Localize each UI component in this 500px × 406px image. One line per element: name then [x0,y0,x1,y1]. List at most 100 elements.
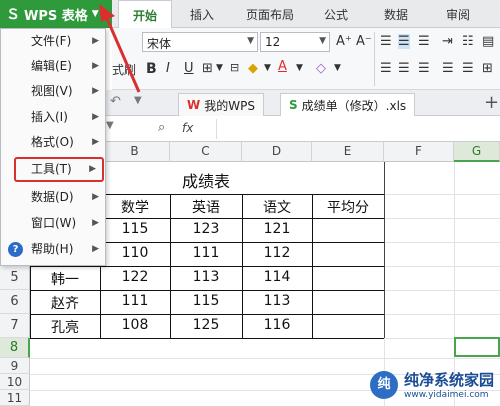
column-header-g[interactable]: G [454,142,500,162]
score-cell[interactable]: 110 [100,245,170,261]
merge-center-icon[interactable]: ⊞ [482,61,493,76]
tab-formulas[interactable]: 公式 [324,6,348,23]
chevron-down-icon[interactable]: ▼ [296,63,303,73]
watermark-url: www.yidaimei.com [403,390,489,400]
gridline [30,358,500,359]
column-header-f[interactable]: F [384,142,454,162]
tab-label: 我的WPS [204,98,255,113]
chevron-down-icon: ▼ [247,36,254,46]
arrow-head [99,4,115,22]
orientation-icon[interactable]: ▤ [482,34,494,49]
score-cell[interactable]: 116 [242,317,312,333]
column-header-c[interactable]: C [170,142,242,162]
table-title[interactable]: 成绩表 [100,168,312,192]
tab-document[interactable]: S 成绩单（修改）.xls [280,93,416,116]
bold-icon[interactable]: B [146,61,157,77]
row-header-7[interactable]: 7 [0,314,30,338]
tab-page-layout[interactable]: 页面布局 [246,6,294,23]
new-tab-icon[interactable]: + [484,92,499,113]
menu-item-tools[interactable]: 工具(T) ▶ [14,157,104,182]
score-cell[interactable]: 115 [170,293,242,309]
tab-data[interactable]: 数据 [384,6,408,23]
chevron-down-icon: ▼ [319,36,326,46]
student-name[interactable]: 韩一 [30,269,100,289]
tab-my-wps[interactable]: W 我的WPS [178,93,264,116]
align-middle-icon[interactable]: ☰ [398,34,410,49]
fill-color-icon[interactable]: ◆ [248,61,258,76]
menu-item-file[interactable]: 文件(F) ▶ [1,29,105,54]
function-icon[interactable]: fx [182,121,193,135]
score-cell[interactable]: 113 [170,269,242,285]
score-cell[interactable]: 125 [170,317,242,333]
tab-insert[interactable]: 插入 [190,6,214,23]
font-color-icon[interactable]: A [278,59,287,74]
indent-icon[interactable]: ⇥ [442,34,453,49]
student-name[interactable]: 孔亮 [30,317,100,337]
font-name-select[interactable]: 宋体 ▼ [142,32,258,52]
column-header-b[interactable]: B [100,142,170,162]
menu-item-help[interactable]: ? 帮助(H) ▶ [1,237,105,262]
italic-icon[interactable]: I [166,61,170,76]
menu-item-data[interactable]: 数据(D) ▶ [1,185,105,210]
shrink-font-icon[interactable]: A⁻ [356,34,372,49]
table-border [384,162,385,338]
menu-item-window[interactable]: 窗口(W) ▶ [1,211,105,236]
score-cell[interactable]: 111 [170,245,242,261]
column-header-e[interactable]: E [312,142,384,162]
score-cell[interactable]: 113 [242,293,312,309]
menu-item-format[interactable]: 格式(O) ▶ [1,130,105,155]
score-cell[interactable]: 111 [100,293,170,309]
chevron-down-icon[interactable]: ▼ [216,63,223,73]
row-header-5[interactable]: 5 [0,266,30,290]
align-top-icon[interactable]: ☰ [380,34,392,49]
score-cell[interactable]: 121 [242,221,312,237]
row-header-10[interactable]: 10 [0,374,30,390]
tab-review[interactable]: 审阅 [446,6,470,23]
table-border [30,338,384,339]
grow-font-icon[interactable]: A⁺ [336,34,352,49]
column-header-d[interactable]: D [242,142,312,162]
distribute-icon[interactable]: ☰ [462,61,474,76]
align-right-icon[interactable]: ☰ [418,61,430,76]
chevron-down-icon[interactable]: ▼ [334,63,341,73]
score-cell[interactable]: 122 [100,269,170,285]
help-icon: ? [8,242,23,257]
align-center-icon[interactable]: ☰ [398,61,410,76]
row-header-9[interactable]: 9 [0,358,30,374]
header-chinese[interactable]: 语文 [242,197,312,217]
wrap-text-icon[interactable]: ☷ [462,34,474,49]
menu-item-view[interactable]: 视图(V) ▶ [1,79,105,104]
header-english[interactable]: 英语 [170,197,242,217]
merge-icon[interactable]: ⊟ [230,61,239,74]
align-left-icon[interactable]: ☰ [380,61,392,76]
menu-item-label: 数据(D) [31,190,74,204]
row-header-8[interactable]: 8 [0,338,30,358]
align-bottom-icon[interactable]: ☰ [418,34,430,49]
score-cell[interactable]: 108 [100,317,170,333]
chevron-right-icon: ▶ [92,192,99,202]
chevron-right-icon: ▶ [92,61,99,71]
justify-icon[interactable]: ☰ [442,61,454,76]
score-cell[interactable]: 114 [242,269,312,285]
font-size-select[interactable]: 12 ▼ [260,32,330,52]
menu-item-insert[interactable]: 插入(I) ▶ [1,105,105,130]
formula-input[interactable] [216,119,500,139]
clear-format-icon[interactable]: ◇ [316,61,326,76]
header-average[interactable]: 平均分 [312,197,384,217]
score-cell[interactable]: 112 [242,245,312,261]
chevron-down-icon[interactable]: ▼ [264,63,271,73]
header-math[interactable]: 数学 [100,197,170,217]
student-name[interactable]: 赵齐 [30,293,100,313]
row-header-11[interactable]: 11 [0,390,30,406]
score-cell[interactable]: 123 [170,221,242,237]
chevron-right-icon: ▶ [92,137,99,147]
zoom-icon[interactable]: ⌕ [158,120,165,135]
row-header-6[interactable]: 6 [0,290,30,314]
menu-item-edit[interactable]: 编辑(E) ▶ [1,54,105,79]
underline-icon[interactable]: U [184,61,194,76]
border-icon[interactable]: ⊞ [202,61,213,76]
chevron-right-icon: ▶ [89,164,96,174]
score-cell[interactable]: 115 [100,221,170,237]
active-cell-g8[interactable] [454,337,500,357]
chevron-down-icon[interactable]: ▼ [106,120,114,131]
